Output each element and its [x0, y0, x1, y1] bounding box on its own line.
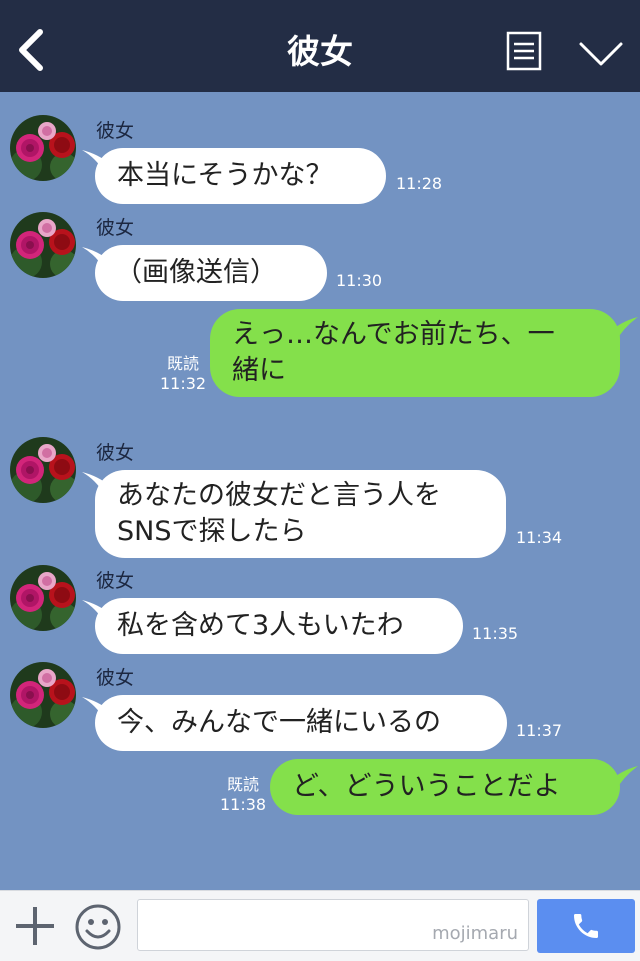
message-time: 11:28 — [396, 174, 443, 193]
sender-name: 彼女 — [96, 217, 135, 239]
sender-name: 彼女 — [96, 667, 135, 689]
chat-title: 彼女 — [287, 32, 353, 71]
message-bubble[interactable]: 今、みんなで一緒にいるの — [95, 695, 507, 751]
avatar[interactable] — [10, 662, 76, 728]
message-time: 11:37 — [516, 721, 563, 740]
read-label: 既読 — [167, 354, 200, 373]
plus-icon[interactable] — [14, 905, 56, 947]
read-label: 既読 — [227, 775, 260, 794]
read-receipt: 既読 11:32 — [160, 354, 206, 394]
message-time: 11:32 — [160, 374, 207, 393]
chevron-down-icon[interactable] — [578, 40, 624, 68]
message-line: あなたの彼女だと言う人を — [117, 480, 441, 511]
message-time: 11:38 — [220, 795, 267, 814]
avatar[interactable] — [10, 115, 76, 181]
message-input[interactable]: mojimaru — [137, 899, 529, 951]
message-list[interactable]: 彼女 本当にそうかな？ 11:28 彼女 （画像送信） 11:30 既読 11:… — [0, 92, 640, 890]
message-line: えっ…なんでお前たち、一 — [232, 319, 555, 350]
chat-header: 彼女 — [0, 0, 640, 92]
message-bubble[interactable]: ど、どういうことだよ — [270, 759, 620, 815]
avatar[interactable] — [10, 212, 76, 278]
message-bubble[interactable]: あなたの彼女だと言う人を SNSで探したら — [95, 470, 506, 558]
sender-name: 彼女 — [96, 442, 135, 464]
message-line: SNSで探したら — [117, 516, 307, 547]
message-bubble[interactable]: 私を含めて3人もいたわ — [95, 598, 463, 654]
watermark: mojimaru — [432, 923, 518, 944]
message-line: 緒に — [232, 355, 286, 386]
read-receipt: 既読 11:38 — [220, 775, 266, 815]
avatar[interactable] — [10, 565, 76, 631]
call-button[interactable] — [537, 899, 635, 953]
message-time: 11:34 — [516, 528, 563, 547]
message-bubble[interactable]: えっ…なんでお前たち、一 緒に — [210, 309, 620, 397]
sender-name: 彼女 — [96, 570, 135, 592]
sender-name: 彼女 — [96, 120, 135, 142]
message-bubble[interactable]: （画像送信） — [95, 245, 327, 301]
avatar[interactable] — [10, 437, 76, 503]
smile-icon[interactable] — [74, 903, 122, 951]
message-bubble[interactable]: 本当にそうかな？ — [95, 148, 386, 204]
message-time: 11:30 — [336, 271, 383, 290]
phone-icon — [574, 914, 598, 938]
menu-icon[interactable] — [506, 31, 542, 71]
message-time: 11:35 — [472, 624, 519, 643]
message-composer: mojimaru — [0, 890, 640, 961]
